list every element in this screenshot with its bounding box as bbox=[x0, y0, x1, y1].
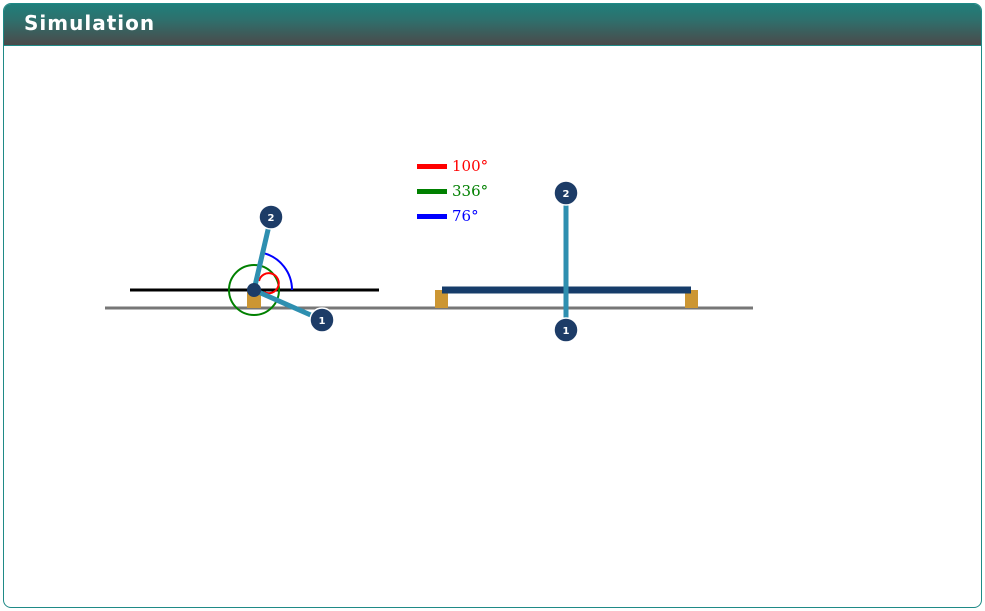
side-view: 2 1 bbox=[435, 180, 698, 343]
angle-legend: 100° 336° 76° bbox=[417, 157, 488, 225]
legend-swatch-blue bbox=[417, 214, 447, 219]
legend-swatch-red bbox=[417, 164, 447, 169]
legend-swatch-green bbox=[417, 189, 447, 194]
legend-label-76: 76° bbox=[452, 207, 479, 225]
legend-label-100: 100° bbox=[452, 157, 488, 175]
angle-view: 2 1 bbox=[130, 204, 379, 333]
side-node-1-label: 1 bbox=[563, 326, 570, 337]
side-node-2-label: 2 bbox=[563, 189, 570, 200]
simulation-canvas: 2 1 100° 336° 76° 2 1 bbox=[105, 157, 753, 343]
node-1-label: 1 bbox=[319, 316, 326, 327]
pivot-hub bbox=[247, 283, 261, 297]
node-2-label: 2 bbox=[268, 213, 275, 224]
legend-label-336: 336° bbox=[452, 182, 488, 200]
